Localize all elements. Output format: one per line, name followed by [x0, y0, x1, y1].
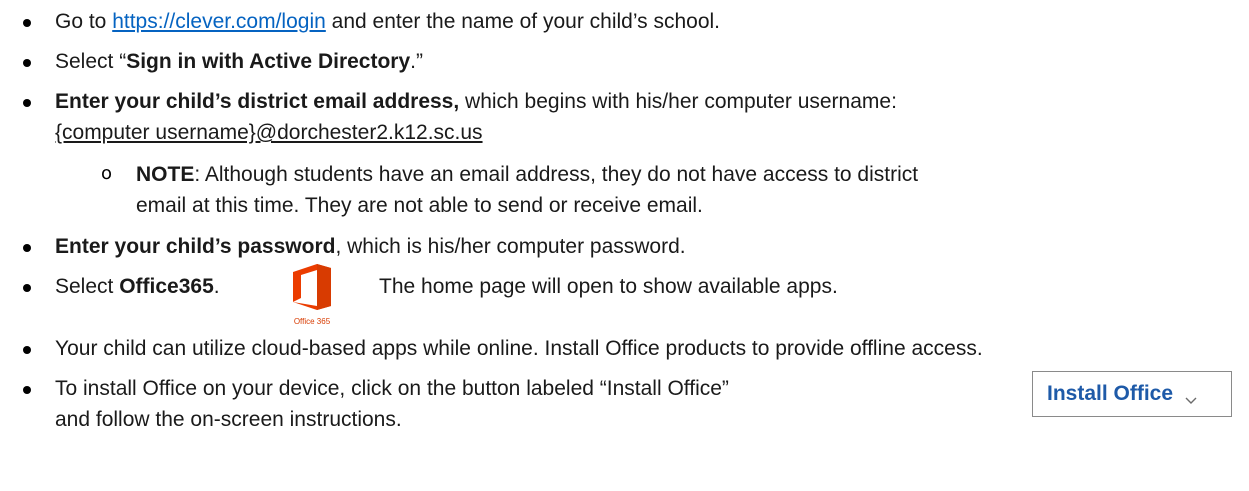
- install-office-button[interactable]: Install Office: [1032, 371, 1232, 417]
- list-item-office365: Select Office365.: [55, 273, 220, 301]
- note-line-2-text: email at this time. They are not able to…: [136, 194, 703, 217]
- list-item-text: .: [213, 275, 220, 298]
- clever-login-link[interactable]: https://clever.com/login: [112, 10, 326, 33]
- email-format: {computer username}@dorchester2.k12.sc.u…: [55, 119, 483, 147]
- bullet: [23, 346, 31, 354]
- office-logo-caption: Office 365: [293, 317, 331, 326]
- note-line-2: email at this time. They are not able to…: [136, 192, 703, 220]
- list-item-text: .”: [410, 50, 423, 73]
- install-line-2: and follow the on-screen instructions.: [55, 406, 402, 434]
- list-item-bold: Enter your child’s password: [55, 235, 336, 258]
- email-format-text: {computer username}@dorchester2.k12.sc.u…: [55, 121, 483, 144]
- install-line-2-text: and follow the on-screen instructions.: [55, 408, 402, 431]
- bullet: [23, 244, 31, 252]
- list-item-email: Enter your child’s district email addres…: [55, 88, 897, 116]
- list-item-select-ad: Select “Sign in with Active Directory.”: [55, 48, 423, 76]
- bullet: [23, 19, 31, 27]
- list-item-text: and enter the name of your child’s schoo…: [325, 10, 720, 33]
- list-item-install: To install Office on your device, click …: [55, 375, 729, 403]
- chevron-down-icon: [1183, 388, 1199, 404]
- bullet: [23, 59, 31, 67]
- install-office-label: Install Office: [1047, 382, 1174, 405]
- list-item-text: Select “: [55, 50, 127, 73]
- list-item-password: Enter your child’s password, which is hi…: [55, 233, 686, 261]
- list-item-text: Select: [55, 275, 120, 298]
- office365-logo: Office 365: [287, 262, 337, 326]
- list-item-text: Your child can utilize cloud-based apps …: [55, 337, 983, 360]
- document: Go to https://clever.com/login and enter…: [0, 0, 1249, 491]
- list-item-bold: Sign in with Active Directory: [126, 50, 411, 73]
- list-item-bold: NOTE: [136, 163, 195, 186]
- list-item-bold: Enter your child’s district email addres…: [55, 90, 460, 113]
- list-item-cloud: Your child can utilize cloud-based apps …: [55, 335, 983, 363]
- list-item-text: , which is his/her computer password.: [335, 235, 686, 258]
- list-item-text: To install Office on your device, click …: [55, 377, 729, 400]
- list-item-go-to: Go to https://clever.com/login and enter…: [55, 8, 720, 36]
- list-item-text: The home page will open to show availabl…: [379, 275, 838, 298]
- list-item-office365-after: The home page will open to show availabl…: [379, 273, 838, 301]
- list-item-bold: Office365: [119, 275, 214, 298]
- sub-bullet: o: [101, 163, 113, 184]
- list-item-text: Go to: [55, 10, 113, 33]
- bullet: [23, 386, 31, 394]
- bullet: [23, 284, 31, 292]
- list-item-text: : Although students have an email addres…: [194, 163, 919, 186]
- bullet: [23, 99, 31, 107]
- list-item-note: NOTE: Although students have an email ad…: [136, 161, 918, 189]
- list-item-text: which begins with his/her computer usern…: [459, 90, 897, 113]
- office-logo-icon: [293, 264, 331, 310]
